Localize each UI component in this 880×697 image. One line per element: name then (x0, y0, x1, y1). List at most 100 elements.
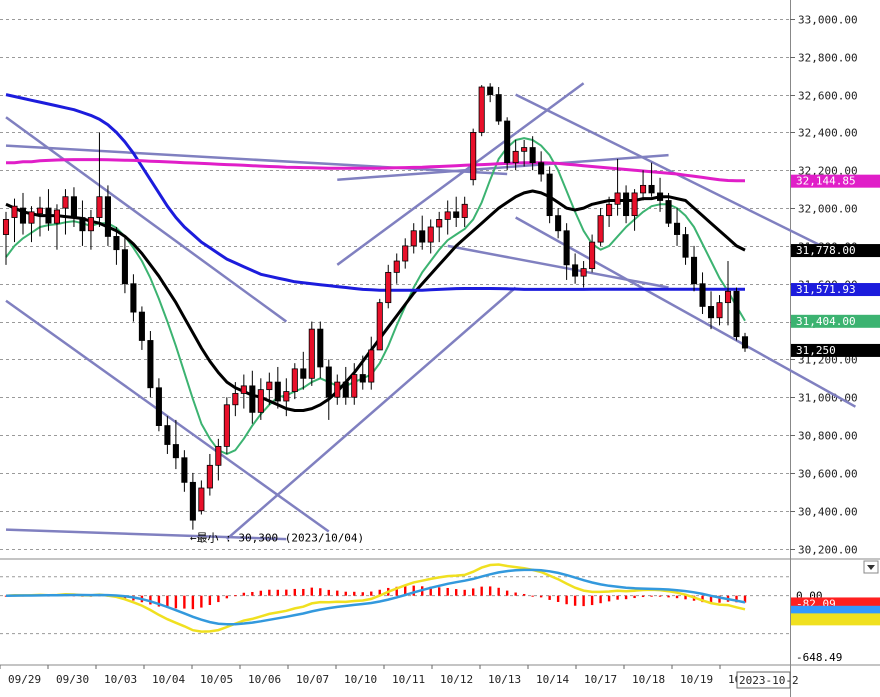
candle-body (274, 381, 281, 402)
macd-histogram-bar (370, 591, 373, 596)
candle-body (164, 425, 171, 445)
candle-body (215, 445, 222, 466)
ytick-label: 32,600.00 (798, 90, 858, 103)
candle-body (444, 211, 451, 220)
candle-body (291, 368, 298, 392)
candle-body (504, 120, 511, 164)
candle-body (147, 340, 154, 389)
xtick-label: 10/14 (536, 673, 569, 686)
macd-histogram-bar (327, 589, 330, 596)
macd-histogram-bar (302, 588, 305, 596)
candle-body (385, 271, 392, 304)
candle (546, 166, 553, 224)
macd-histogram-bar (361, 592, 364, 596)
candle-body (470, 132, 477, 181)
xtick-label: 10/11 (392, 673, 425, 686)
xtick-label: 10/04 (152, 673, 185, 686)
last-date-label: 2023-10-2 (739, 674, 799, 687)
osc-tag (791, 613, 880, 626)
candle-body (62, 196, 69, 209)
macd-histogram-bar (174, 595, 178, 609)
candle-body (28, 211, 35, 224)
macd-histogram-bar (624, 595, 628, 600)
macd-histogram-bar (633, 595, 636, 599)
candle-body (724, 290, 732, 304)
chart-canvas: 30,200.0030,400.0030,600.0030,800.0031,0… (0, 0, 880, 697)
candle (733, 287, 740, 341)
macd-histogram-bar (590, 595, 594, 606)
macd-histogram-bar (242, 592, 246, 596)
candle-body (691, 256, 698, 285)
macd-histogram-bar (616, 595, 619, 600)
macd-histogram-bar (217, 595, 220, 603)
xtick-label: 10/10 (344, 673, 377, 686)
candle-body (334, 381, 341, 398)
price-pane (0, 0, 790, 558)
candle-body (674, 222, 681, 235)
xtick-label: 10/13 (488, 673, 521, 686)
candle-body (453, 211, 460, 218)
candle-body (249, 385, 256, 413)
macd-histogram-bar (234, 595, 237, 597)
candle-body (198, 487, 205, 512)
macd-histogram-bar (319, 588, 322, 596)
candle-body (96, 196, 103, 218)
candle-body (368, 349, 375, 383)
pane-menu-icon[interactable] (863, 560, 879, 574)
macd-histogram-bar (658, 595, 662, 597)
xtick-label: 10/19 (680, 673, 713, 686)
macd-histogram-bar (412, 585, 415, 596)
candle-body (436, 219, 443, 228)
candle-body (53, 209, 60, 224)
macd-histogram-bar (276, 589, 280, 596)
candle-body (308, 328, 315, 379)
macd-histogram-bar (539, 595, 543, 598)
candle-body (546, 173, 553, 217)
candle (147, 331, 154, 398)
candle-body (11, 205, 18, 218)
candle-body (130, 283, 137, 313)
candle-body (2, 219, 10, 235)
macd-histogram-bar (353, 591, 356, 596)
candle-body (665, 200, 672, 224)
xtick-label: 10/12 (440, 673, 473, 686)
macd-histogram-bar (336, 590, 339, 596)
candle-body (563, 230, 570, 266)
candle-body (699, 283, 706, 307)
candle-body (359, 374, 366, 383)
xtick-label: 09/29 (8, 673, 41, 686)
price-tag-label: 31,250 (796, 344, 836, 357)
candle-body (223, 404, 230, 447)
candle-body (325, 366, 332, 398)
macd-histogram-bar (505, 590, 509, 596)
candle-body (427, 226, 434, 243)
macd-histogram-bar (310, 587, 313, 596)
price-tag-label: 31,404.00 (796, 315, 856, 328)
price-tag-label: 31,571.93 (796, 283, 856, 296)
macd-histogram-bar (208, 595, 212, 606)
ytick-label: 32,800.00 (798, 52, 858, 65)
candle-body (495, 94, 502, 122)
candle-body (733, 290, 740, 338)
ytick-label: 33,000.00 (798, 14, 858, 27)
candle (504, 117, 511, 171)
candle-body (300, 368, 307, 379)
macd-histogram-bar (463, 589, 466, 596)
candle-body (232, 393, 239, 406)
candle-body (521, 147, 528, 152)
candle-body (487, 86, 494, 95)
xtick-label: 10/06 (248, 673, 281, 686)
candle-body (419, 230, 426, 243)
candle-body (266, 381, 273, 391)
candle-body (640, 184, 647, 194)
macd-histogram-bar (641, 595, 645, 598)
candle-body (189, 481, 196, 521)
candle-body (376, 302, 383, 351)
candle-body (155, 387, 162, 426)
candle-body (206, 464, 213, 489)
candle-body (614, 192, 621, 205)
macd-histogram-bar (531, 595, 534, 597)
candle-body (317, 328, 324, 368)
macd-histogram-bar (675, 595, 679, 599)
candle-body (45, 207, 52, 224)
